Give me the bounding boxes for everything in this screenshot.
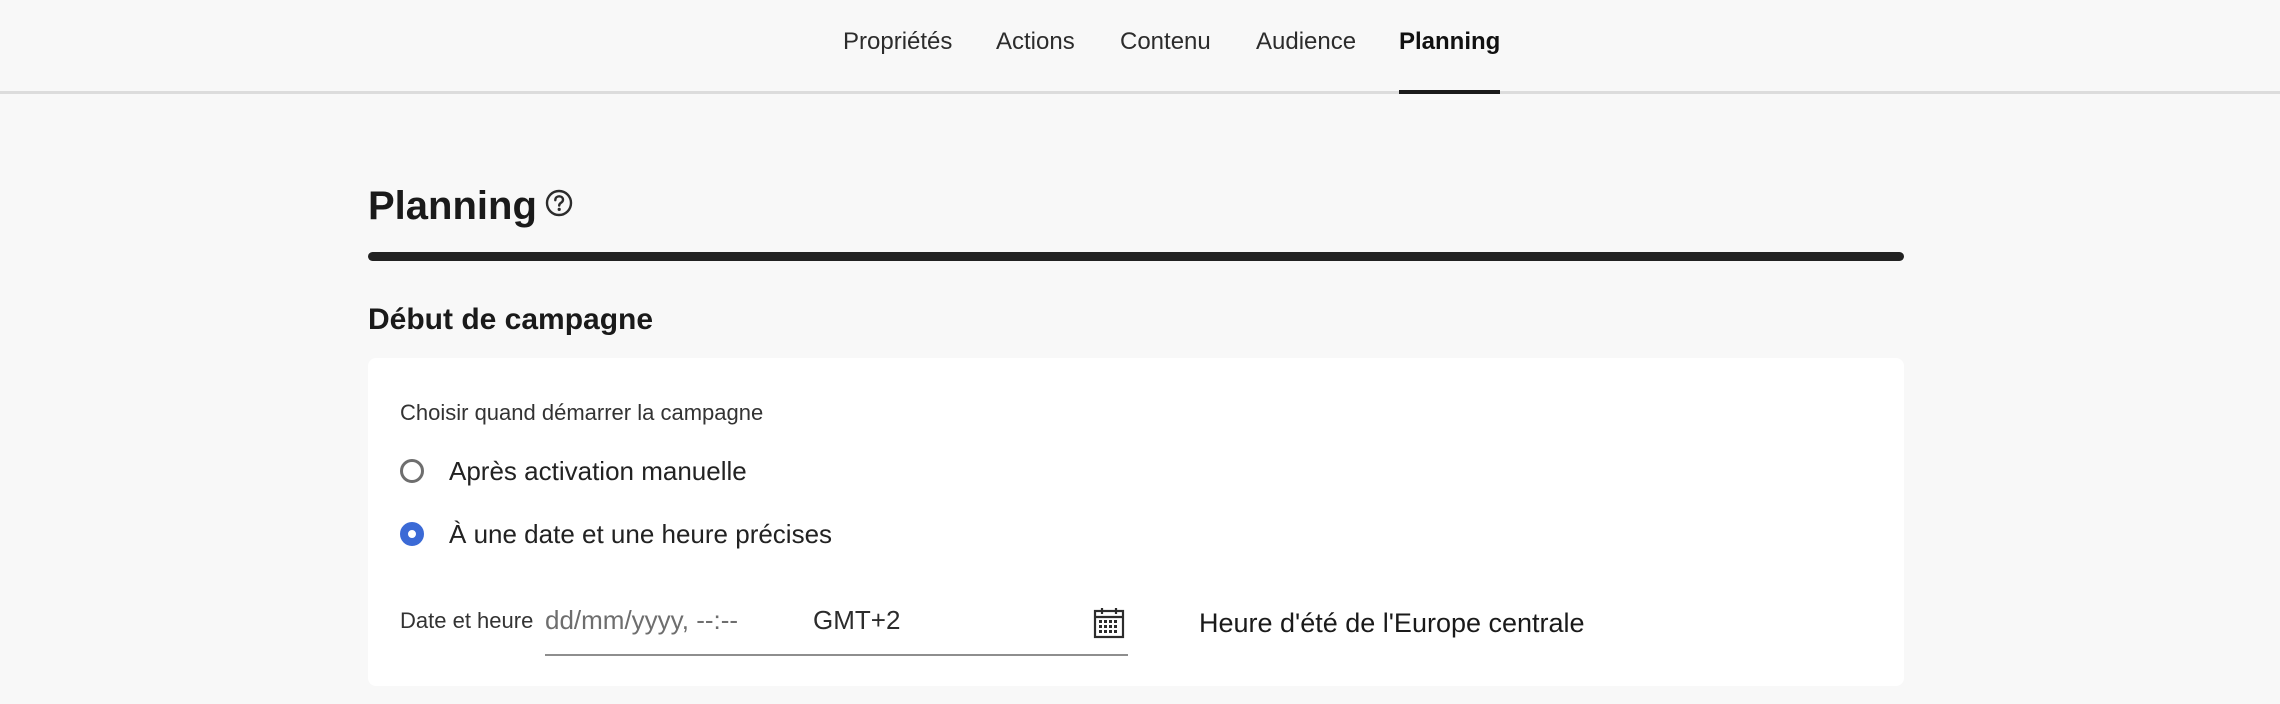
- help-circle-icon[interactable]: [544, 188, 574, 218]
- tab-actions[interactable]: Actions: [996, 0, 1075, 91]
- radio-label-manual-activation: Après activation manuelle: [449, 456, 747, 486]
- radio-option-specific-datetime[interactable]: À une date et une heure précises: [400, 518, 833, 554]
- page-title: Planning: [368, 184, 537, 228]
- calendar-icon[interactable]: [1092, 606, 1126, 640]
- datetime-label: Date et heure: [400, 608, 534, 633]
- tab-content[interactable]: Contenu: [1120, 0, 1211, 91]
- radio-button-specific-datetime[interactable]: [400, 522, 424, 546]
- timezone-name: Heure d'été de l'Europe centrale: [1199, 608, 1585, 638]
- radio-button-manual-activation[interactable]: [400, 459, 424, 483]
- datetime-input[interactable]: dd/mm/yyyy, --:-- GMT+2: [545, 596, 1128, 656]
- section-title-campaign-start: Début de campagne: [368, 303, 654, 336]
- title-divider: [368, 252, 1904, 261]
- radio-label-specific-datetime: À une date et une heure précises: [449, 519, 833, 549]
- tab-audience[interactable]: Audience: [1256, 0, 1356, 91]
- timezone-offset: GMT+2: [813, 605, 901, 635]
- top-navigation: Propriétés Actions Contenu Audience Plan…: [0, 0, 2280, 94]
- start-choice-label: Choisir quand démarrer la campagne: [400, 400, 764, 425]
- tab-properties[interactable]: Propriétés: [843, 0, 952, 91]
- datetime-placeholder: dd/mm/yyyy, --:--: [545, 605, 739, 635]
- tab-planning[interactable]: Planning: [1399, 0, 1501, 94]
- radio-option-manual-activation[interactable]: Après activation manuelle: [400, 455, 760, 491]
